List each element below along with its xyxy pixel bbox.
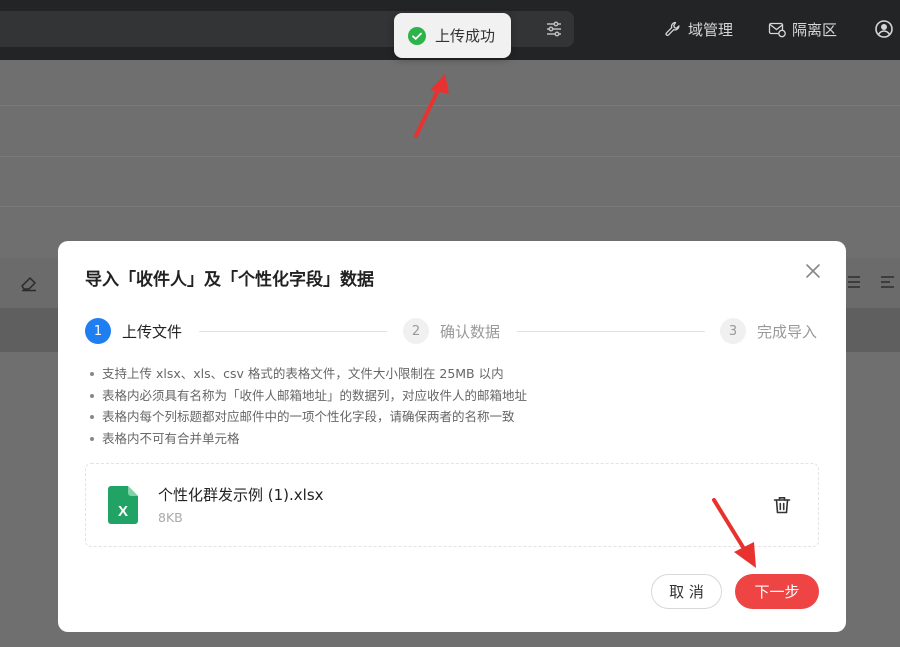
close-icon[interactable]	[804, 262, 822, 280]
step-connector	[517, 331, 705, 332]
rule-item: 表格内不可有合并单元格	[88, 428, 788, 450]
cancel-button[interactable]: 取 消	[651, 574, 722, 609]
annotation-arrow-next	[712, 498, 756, 568]
step-complete-import: 3 完成导入	[720, 318, 817, 344]
background-divider	[0, 156, 900, 157]
filter-icon[interactable]	[544, 19, 564, 39]
step-confirm-data: 2 确认数据	[403, 318, 500, 344]
user-avatar-icon[interactable]	[874, 19, 894, 39]
rule-item: 表格内每个列标题都对应邮件中的一项个性化字段，请确保两者的名称一致	[88, 406, 788, 428]
upload-success-toast: 上传成功	[394, 13, 511, 58]
file-name: 个性化群发示例 (1).xlsx	[158, 486, 324, 504]
step-indicator: 1 上传文件 2 确认数据 3 完成导入	[85, 318, 819, 344]
nav-domain-management[interactable]: 域管理	[664, 18, 733, 40]
toast-message: 上传成功	[435, 27, 496, 45]
excel-file-icon: X	[108, 486, 138, 524]
upload-rules-list: 支持上传 xlsx、xls、csv 格式的表格文件，文件大小限制在 25MB 以…	[88, 363, 788, 449]
step-label: 上传文件	[122, 322, 183, 341]
step-label: 完成导入	[757, 322, 818, 341]
import-dialog: 导入「收件人」及「个性化字段」数据 1 上传文件 2 确认数据 3 完成导入 支…	[58, 241, 846, 632]
next-step-button[interactable]: 下一步	[735, 574, 819, 609]
step-number: 3	[720, 318, 746, 344]
file-size: 8KB	[158, 510, 183, 525]
list-icon	[848, 276, 860, 288]
success-check-icon	[408, 26, 426, 45]
step-upload-file: 1 上传文件	[85, 318, 182, 344]
dialog-title: 导入「收件人」及「个性化字段」数据	[85, 270, 374, 290]
nav-quarantine-label: 隔离区	[792, 20, 838, 39]
annotation-arrow-toast	[414, 74, 449, 138]
rule-item: 支持上传 xlsx、xls、csv 格式的表格文件，文件大小限制在 25MB 以…	[88, 363, 788, 385]
step-connector	[199, 331, 387, 332]
step-label: 确认数据	[440, 322, 501, 341]
trash-icon[interactable]	[772, 495, 792, 515]
step-number: 2	[403, 318, 429, 344]
align-left-icon	[881, 276, 894, 288]
eraser-icon	[21, 277, 36, 292]
step-number: 1	[85, 318, 111, 344]
nav-domain-label: 域管理	[688, 20, 734, 39]
excel-letter: X	[118, 503, 128, 520]
mail-shield-icon	[768, 22, 786, 38]
wrench-icon	[665, 21, 680, 36]
rule-item: 表格内必须具有名称为「收件人邮箱地址」的数据列，对应收件人的邮箱地址	[88, 385, 788, 407]
background-divider	[0, 206, 900, 207]
nav-quarantine[interactable]: 隔离区	[768, 18, 837, 40]
